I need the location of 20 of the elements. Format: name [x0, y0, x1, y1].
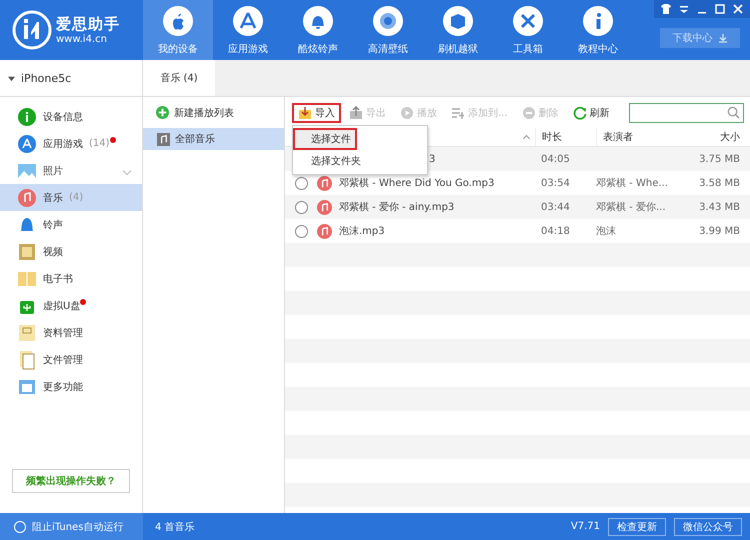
- size-cell: 3.75 MB: [699, 154, 740, 164]
- song-name: 泡沫.mp3: [339, 224, 385, 238]
- duration-cell: 03:44: [541, 202, 570, 212]
- duration-cell: 03:54: [541, 178, 570, 188]
- version-label: V7.71: [570, 521, 600, 532]
- itunes-toggle-label: 阻止iTunes自动运行: [32, 520, 124, 534]
- song-count: 4 首音乐: [155, 520, 195, 534]
- song-name: 邓紫棋 - 爱你 - ainy.mp3: [339, 200, 454, 214]
- size-cell: 3.58 MB: [699, 178, 740, 188]
- duration-cell: 04:18: [541, 226, 570, 236]
- artist-cell: 泡沫: [596, 226, 616, 237]
- artist-cell: 邓紫棋 - Whe...: [596, 178, 668, 189]
- app-url: www.i4.cn: [56, 34, 108, 45]
- size-cell: 3.43 MB: [699, 202, 740, 212]
- size-cell: 3.99 MB: [699, 226, 740, 236]
- duration-cell: 04:05: [541, 154, 570, 164]
- song-name: 3: [429, 154, 436, 164]
- song-name: 邓紫棋 - Where Did You Go.mp3: [339, 176, 494, 190]
- app-name: 爱思助手: [56, 15, 120, 34]
- artist-cell: 邓紫棋 - 爱你...: [596, 202, 666, 213]
